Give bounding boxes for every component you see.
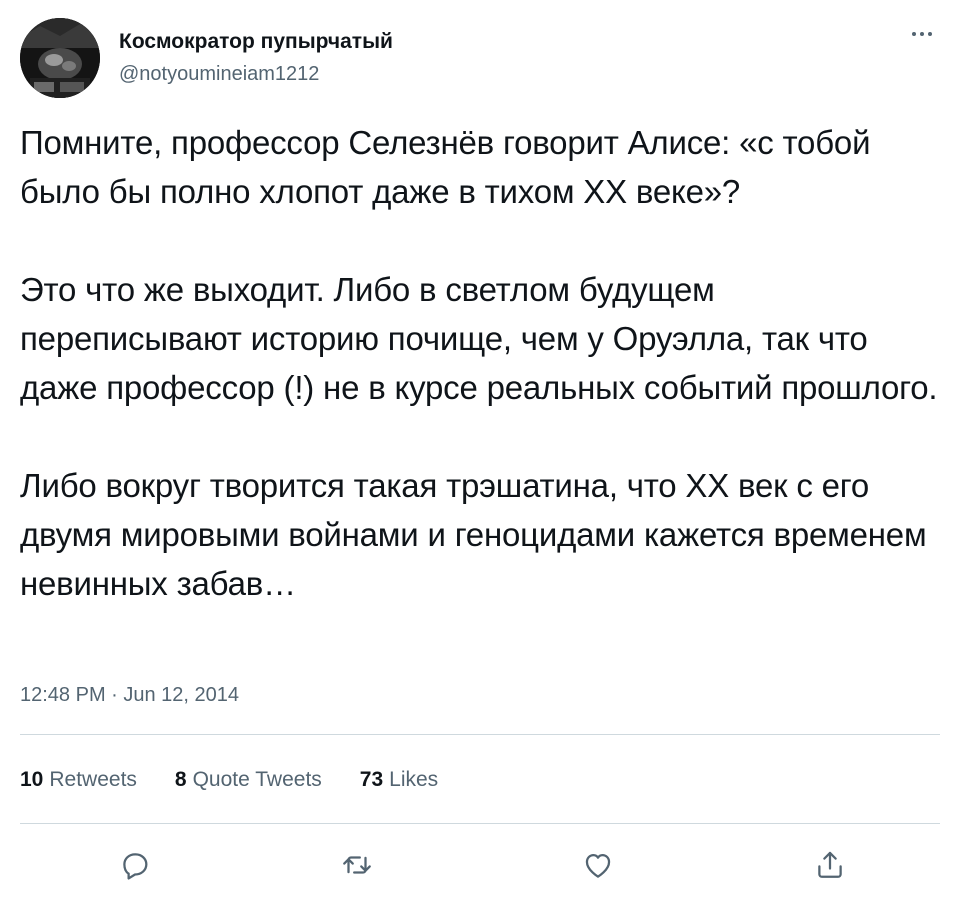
avatar-image [20,18,100,98]
action-bar [0,840,960,890]
tweet-paragraph: Это что же выходит. Либо в светлом будущ… [20,271,938,406]
tweet-timestamp[interactable]: 12:48 PM · Jun 12, 2014 [20,681,239,709]
heart-icon [585,853,611,878]
tweet: Космократор пупырчатый @notyoumineiam121… [0,0,960,921]
tweet-text: Помните, профессор Селезнёв говорит Алис… [20,118,940,608]
tweet-paragraph: Либо вокруг творится такая трэшатина, чт… [20,467,927,602]
quote-tweets-label: Quote Tweets [192,768,322,791]
share-icon [818,851,842,878]
reply-button[interactable] [110,840,160,890]
retweets-stat[interactable]: 10 Retweets [20,766,137,794]
retweets-count: 10 [20,768,44,791]
quote-tweets-stat[interactable]: 8 Quote Tweets [175,766,322,794]
user-handle[interactable]: @notyoumineiam1212 [119,60,393,88]
retweets-label: Retweets [49,768,137,791]
likes-label: Likes [389,768,439,791]
reply-icon [123,853,148,880]
tweet-paragraph: Помните, профессор Селезнёв говорит Алис… [20,124,871,210]
dot [928,32,932,36]
display-name[interactable]: Космократор пупырчатый [119,28,393,56]
author-info: Космократор пупырчатый @notyoumineiam121… [119,28,393,88]
divider [20,823,940,824]
dot [912,32,916,36]
more-options-icon[interactable] [904,24,940,44]
tweet-stats: 10 Retweets 8 Quote Tweets 73 Likes [20,766,438,794]
retweet-button[interactable] [332,840,382,890]
retweet-icon [343,856,371,874]
share-button[interactable] [805,840,855,890]
likes-stat[interactable]: 73 Likes [360,766,438,794]
like-button[interactable] [573,840,623,890]
quote-tweets-count: 8 [174,768,187,791]
divider [20,734,940,735]
likes-count: 73 [359,768,384,791]
dot [920,32,924,36]
avatar[interactable] [20,18,100,98]
tweet-header: Космократор пупырчатый @notyoumineiam121… [20,18,940,98]
